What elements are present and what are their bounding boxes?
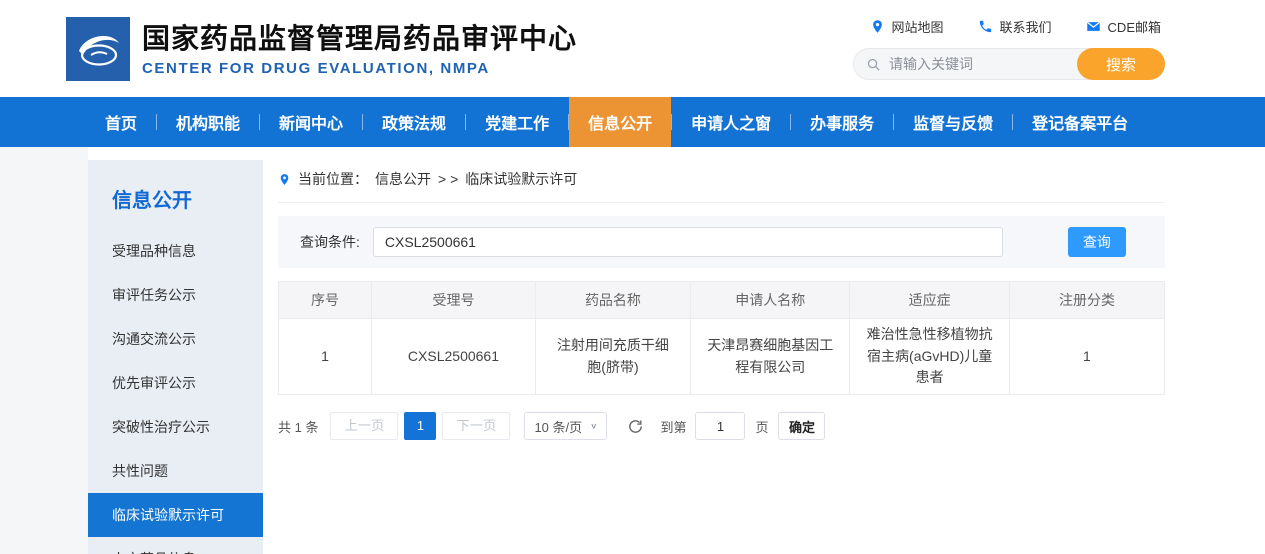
page-size-select[interactable]: 10 条/页 ∨ bbox=[524, 412, 607, 440]
location-pin-icon bbox=[278, 172, 291, 187]
breadcrumb-prefix: 当前位置： bbox=[298, 169, 368, 189]
sidebar-title: 信息公开 bbox=[88, 160, 263, 229]
query-bar: 查询条件: 查询 bbox=[278, 216, 1165, 268]
contact-link[interactable]: 联系我们 bbox=[978, 17, 1052, 36]
sidebar-item-review-tasks[interactable]: 审评任务公示 bbox=[88, 273, 263, 317]
col-header-seq: 序号 bbox=[279, 282, 372, 319]
cell-drug-name: 注射用间充质干细胞(脐带) bbox=[535, 319, 690, 395]
col-header-indication: 适应症 bbox=[850, 282, 1009, 319]
sitemap-link[interactable]: 网站地图 bbox=[870, 17, 944, 36]
main-panel: 当前位置： 信息公开 > > 临床试验默示许可 查询条件: 查询 序号 受理号 … bbox=[263, 147, 1265, 554]
location-pin-icon bbox=[870, 19, 885, 34]
next-page-button[interactable]: 下一页 bbox=[442, 412, 510, 440]
query-input[interactable] bbox=[373, 227, 1003, 257]
chevron-down-icon: ∨ bbox=[590, 422, 597, 431]
nav-item-info-disclosure[interactable]: 信息公开 bbox=[569, 97, 671, 147]
query-button[interactable]: 查询 bbox=[1068, 227, 1126, 257]
content-area: 信息公开 受理品种信息 审评任务公示 沟通交流公示 优先审评公示 突破性治疗公示… bbox=[0, 147, 1265, 554]
col-header-drug-name: 药品名称 bbox=[535, 282, 690, 319]
sidebar-item-common-issues[interactable]: 共性问题 bbox=[88, 449, 263, 493]
page-number-1[interactable]: 1 bbox=[404, 412, 436, 440]
breadcrumb-section[interactable]: 信息公开 bbox=[375, 169, 431, 189]
prev-page-button[interactable]: 上一页 bbox=[330, 412, 398, 440]
breadcrumb-current: 临床试验默示许可 bbox=[465, 169, 577, 189]
main-nav: 首页 机构职能 新闻中心 政策法规 党建工作 信息公开 申请人之窗 办事服务 监… bbox=[0, 97, 1265, 147]
sidebar-item-communication[interactable]: 沟通交流公示 bbox=[88, 317, 263, 361]
quick-links: 网站地图 联系我们 CDE邮箱 bbox=[870, 17, 1161, 36]
sidebar-item-breakthrough-therapy[interactable]: 突破性治疗公示 bbox=[88, 405, 263, 449]
nav-item-registration-platform[interactable]: 登记备案平台 bbox=[1013, 97, 1147, 147]
contact-label: 联系我们 bbox=[1000, 17, 1052, 36]
page-size-value: 10 条/页 bbox=[534, 417, 582, 436]
site-subtitle: CENTER FOR DRUG EVALUATION, NMPA bbox=[142, 60, 577, 77]
sidebar-column: 信息公开 受理品种信息 审评任务公示 沟通交流公示 优先审评公示 突破性治疗公示… bbox=[88, 147, 263, 554]
sidebar-item-priority-review[interactable]: 优先审评公示 bbox=[88, 361, 263, 405]
nav-item-services[interactable]: 办事服务 bbox=[791, 97, 893, 147]
pagination-total: 共 1 条 bbox=[278, 417, 318, 436]
sidebar-item-marketed-drugs[interactable]: 上市药品信息 bbox=[88, 537, 263, 554]
query-label: 查询条件: bbox=[300, 232, 360, 252]
header-right: 网站地图 联系我们 CDE邮箱 搜索 bbox=[853, 17, 1165, 80]
cell-indication: 难治性急性移植物抗宿主病(aGvHD)儿童患者 bbox=[850, 319, 1009, 395]
goto-confirm-button[interactable]: 确定 bbox=[778, 412, 825, 440]
pagination: 共 1 条 上一页 1 下一页 10 条/页 ∨ 到第 页 确定 bbox=[278, 412, 1165, 440]
site-header: 国家药品监督管理局药品审评中心 CENTER FOR DRUG EVALUATI… bbox=[0, 0, 1265, 97]
search-bar: 搜索 bbox=[853, 48, 1165, 80]
sitemap-label: 网站地图 bbox=[892, 17, 944, 36]
goto-page-label: 到第 bbox=[660, 417, 686, 436]
col-header-registration-class: 注册分类 bbox=[1009, 282, 1164, 319]
breadcrumb: 当前位置： 信息公开 > > 临床试验默示许可 bbox=[278, 160, 1165, 203]
cde-mail-link[interactable]: CDE邮箱 bbox=[1086, 17, 1161, 36]
goto-page-input[interactable] bbox=[695, 412, 745, 440]
results-table: 序号 受理号 药品名称 申请人名称 适应症 注册分类 1 CXSL2500661… bbox=[278, 281, 1165, 395]
cell-acceptance-no: CXSL2500661 bbox=[372, 319, 536, 395]
breadcrumb-separator: > > bbox=[438, 171, 458, 187]
col-header-applicant: 申请人名称 bbox=[690, 282, 849, 319]
cell-seq: 1 bbox=[279, 319, 372, 395]
table-header-row: 序号 受理号 药品名称 申请人名称 适应症 注册分类 bbox=[279, 282, 1165, 319]
search-icon bbox=[866, 57, 881, 72]
refresh-icon[interactable] bbox=[627, 418, 644, 435]
left-gutter bbox=[0, 147, 88, 554]
nav-item-supervision-feedback[interactable]: 监督与反馈 bbox=[894, 97, 1012, 147]
cell-registration-class: 1 bbox=[1009, 319, 1164, 395]
cde-logo-icon bbox=[66, 17, 130, 81]
brand: 国家药品监督管理局药品审评中心 CENTER FOR DRUG EVALUATI… bbox=[66, 17, 577, 81]
goto-page-suffix: 页 bbox=[755, 417, 768, 436]
nav-item-applicant-window[interactable]: 申请人之窗 bbox=[672, 97, 790, 147]
mail-icon bbox=[1086, 19, 1101, 34]
sidebar-item-accepted-varieties[interactable]: 受理品种信息 bbox=[88, 229, 263, 273]
phone-icon bbox=[978, 19, 993, 34]
cde-mail-label: CDE邮箱 bbox=[1108, 17, 1161, 36]
nav-item-party-building[interactable]: 党建工作 bbox=[466, 97, 568, 147]
nav-item-home[interactable]: 首页 bbox=[86, 97, 156, 147]
nav-item-functions[interactable]: 机构职能 bbox=[157, 97, 259, 147]
nav-item-policies[interactable]: 政策法规 bbox=[363, 97, 465, 147]
col-header-acceptance-no: 受理号 bbox=[372, 282, 536, 319]
table-row: 1 CXSL2500661 注射用间充质干细胞(脐带) 天津昂赛细胞基因工程有限… bbox=[279, 319, 1165, 395]
site-title: 国家药品监督管理局药品审评中心 bbox=[142, 21, 577, 56]
sidebar-item-clinical-trial-implied-license[interactable]: 临床试验默示许可 bbox=[88, 493, 263, 537]
nav-item-news[interactable]: 新闻中心 bbox=[260, 97, 362, 147]
brand-text: 国家药品监督管理局药品审评中心 CENTER FOR DRUG EVALUATI… bbox=[142, 21, 577, 77]
sidebar: 信息公开 受理品种信息 审评任务公示 沟通交流公示 优先审评公示 突破性治疗公示… bbox=[88, 160, 263, 554]
cell-applicant: 天津昂赛细胞基因工程有限公司 bbox=[690, 319, 849, 395]
site-search-button[interactable]: 搜索 bbox=[1077, 48, 1165, 80]
